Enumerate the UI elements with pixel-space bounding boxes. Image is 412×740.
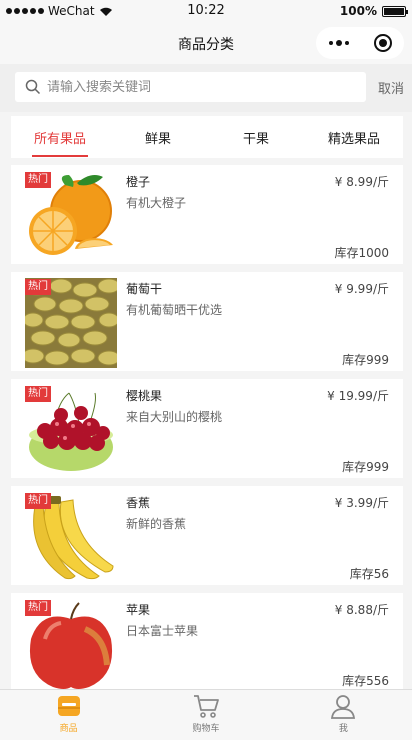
tabbar-item-me[interactable]: 我: [275, 690, 412, 740]
bottom-tab-bar: 商品 购物车 我: [0, 689, 412, 740]
product-name: 樱桃果: [126, 389, 163, 403]
search-icon: [25, 79, 41, 95]
miniprogram-capsule: [316, 27, 404, 59]
tabbar-item-goods[interactable]: 商品: [0, 690, 137, 740]
product-name: 葡萄干: [126, 282, 163, 296]
product-card[interactable]: 热门 樱桃果 来自大别山的樱桃 ¥ 19.99/斤 库存999: [11, 379, 403, 478]
product-price: ¥ 3.99/斤: [334, 496, 389, 510]
tabbar-label: 商品: [59, 724, 78, 734]
search-bar: 取消: [0, 64, 412, 112]
search-input[interactable]: [47, 79, 347, 95]
more-icon[interactable]: [328, 40, 349, 46]
product-card[interactable]: 热门 香蕉 新鲜的香蕉 ¥ 3.99/斤 库存56: [11, 486, 403, 585]
cancel-button[interactable]: 取消: [378, 78, 404, 97]
product-price: ¥ 8.88/斤: [334, 603, 389, 617]
product-list: 热门 橙子 有机大橙子 ¥ 8.99/斤 库存1000 热门 葡萄干 有机葡萄晒…: [11, 165, 403, 700]
product-stock: 库存999: [342, 460, 389, 474]
product-price: ¥ 9.99/斤: [334, 282, 389, 296]
product-card[interactable]: 热门 橙子 有机大橙子 ¥ 8.99/斤 库存1000: [11, 165, 403, 264]
product-desc: 日本富士苹果: [126, 624, 199, 638]
hot-badge: 热门: [25, 279, 51, 295]
product-card[interactable]: 热门 苹果 日本富士苹果 ¥ 8.88/斤 库存556: [11, 593, 403, 692]
hot-badge: 热门: [25, 172, 51, 188]
nav-bar: 商品分类: [0, 24, 412, 64]
product-stock: 库存56: [349, 567, 389, 581]
close-target-icon[interactable]: [373, 34, 392, 52]
cart-icon: [193, 695, 219, 718]
tabbar-item-cart[interactable]: 购物车: [137, 690, 274, 740]
product-name: 橙子: [126, 175, 151, 189]
tab-dried-fruits[interactable]: 干果: [207, 116, 305, 158]
hot-badge: 热门: [25, 386, 51, 402]
product-stock: 库存1000: [334, 246, 389, 260]
hot-badge: 热门: [25, 600, 51, 616]
product-stock: 库存556: [342, 674, 389, 688]
tab-all-fruits[interactable]: 所有果品: [11, 116, 109, 158]
status-bar: WeChat 10:22 100%: [0, 0, 412, 24]
product-desc: 有机葡萄晒干优选: [126, 303, 223, 317]
tab-selected-fruits[interactable]: 精选果品: [305, 116, 403, 158]
battery-group: 100%: [339, 4, 408, 18]
tab-fresh-fruits[interactable]: 鲜果: [109, 116, 207, 158]
product-price: ¥ 8.99/斤: [334, 175, 389, 189]
tabbar-label: 购物车: [192, 724, 220, 734]
tabbar-label: 我: [338, 724, 348, 734]
profile-icon: [331, 695, 356, 719]
product-desc: 有机大橙子: [126, 196, 187, 210]
product-name: 苹果: [126, 603, 151, 617]
product-desc: 新鲜的香蕉: [126, 517, 187, 531]
battery-percent: 100%: [339, 4, 377, 18]
goods-icon: [57, 696, 80, 716]
battery-icon: [382, 5, 408, 17]
product-card[interactable]: 热门 葡萄干 有机葡萄晒干优选 ¥ 9.99/斤 库存999: [11, 272, 403, 371]
hot-badge: 热门: [25, 493, 51, 509]
search-box[interactable]: [15, 72, 366, 102]
product-price: ¥ 19.99/斤: [327, 389, 389, 403]
product-desc: 来自大别山的樱桃: [126, 410, 223, 424]
product-name: 香蕉: [126, 496, 151, 510]
category-tabs: 所有果品 鲜果 干果 精选果品: [11, 116, 403, 158]
product-stock: 库存999: [342, 353, 389, 367]
